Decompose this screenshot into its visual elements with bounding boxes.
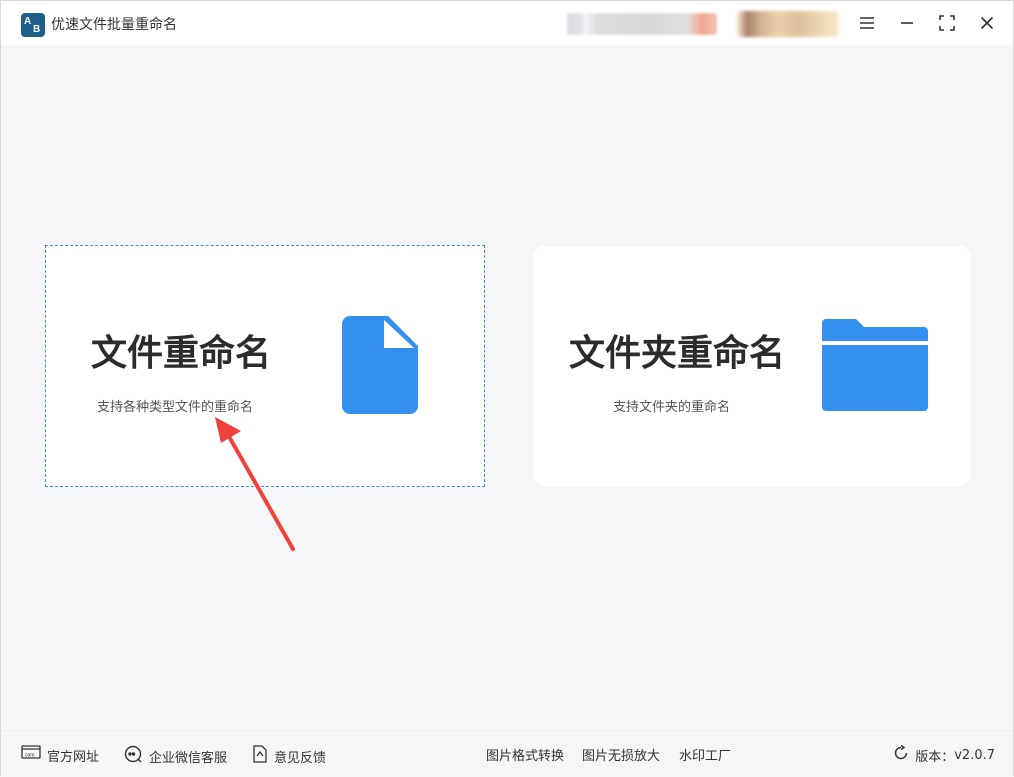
folder-rename-card[interactable]: 文件夹重命名 支持文件夹的重命名 [533,246,971,486]
folder-rename-title: 文件夹重命名 [569,333,786,374]
watermark-factory-link[interactable]: 水印工厂 [679,745,731,764]
feedback-icon [252,745,268,767]
file-rename-card[interactable]: 文件重命名 支持各种类型文件的重命名 [45,245,485,487]
wechat-service-link[interactable]: 企业微信客服 [123,745,227,767]
close-icon[interactable] [975,11,999,35]
menu-icon[interactable] [855,11,879,35]
feedback-label: 意见反馈 [274,750,327,766]
official-site-link[interactable]: com 官方网址 [21,745,99,765]
official-site-label: 官方网址 [47,749,100,765]
folder-icon [822,319,928,415]
svg-text:com: com [25,753,34,759]
app-window: AB 优速文件批量重命名 文件重命名 支持各种类型文件的重命名 文件夹重命名 支… [0,0,1014,777]
chat-icon [123,745,143,767]
app-logo-icon: AB [21,13,45,37]
website-icon: com [21,745,41,765]
version-label: 版本： [915,749,955,765]
feedback-link[interactable]: 意见反馈 [252,745,326,767]
image-format-convert-link[interactable]: 图片格式转换 [486,745,564,764]
file-rename-title: 文件重命名 [91,333,272,374]
refresh-icon [893,744,909,765]
file-icon [342,316,418,418]
app-title: 优速文件批量重命名 [51,17,177,33]
folder-rename-subtitle: 支持文件夹的重命名 [613,400,731,415]
blurred-account-info[interactable] [567,13,717,35]
title-bar: AB 优速文件批量重命名 [1,1,1013,45]
blurred-user-avatar[interactable] [737,11,839,37]
version-info[interactable]: 版本： v2.0.7 [893,744,995,765]
wechat-service-label: 企业微信客服 [149,750,228,766]
version-value: v2.0.7 [954,747,995,763]
minimize-icon[interactable] [895,11,919,35]
file-rename-subtitle: 支持各种类型文件的重命名 [97,400,254,415]
maximize-icon[interactable] [935,11,959,35]
footer-bar: com 官方网址 企业微信客服 意见反馈 图片格式转换 图片无损放大 水印工厂 [1,730,1013,777]
image-upscale-link[interactable]: 图片无损放大 [582,745,660,764]
